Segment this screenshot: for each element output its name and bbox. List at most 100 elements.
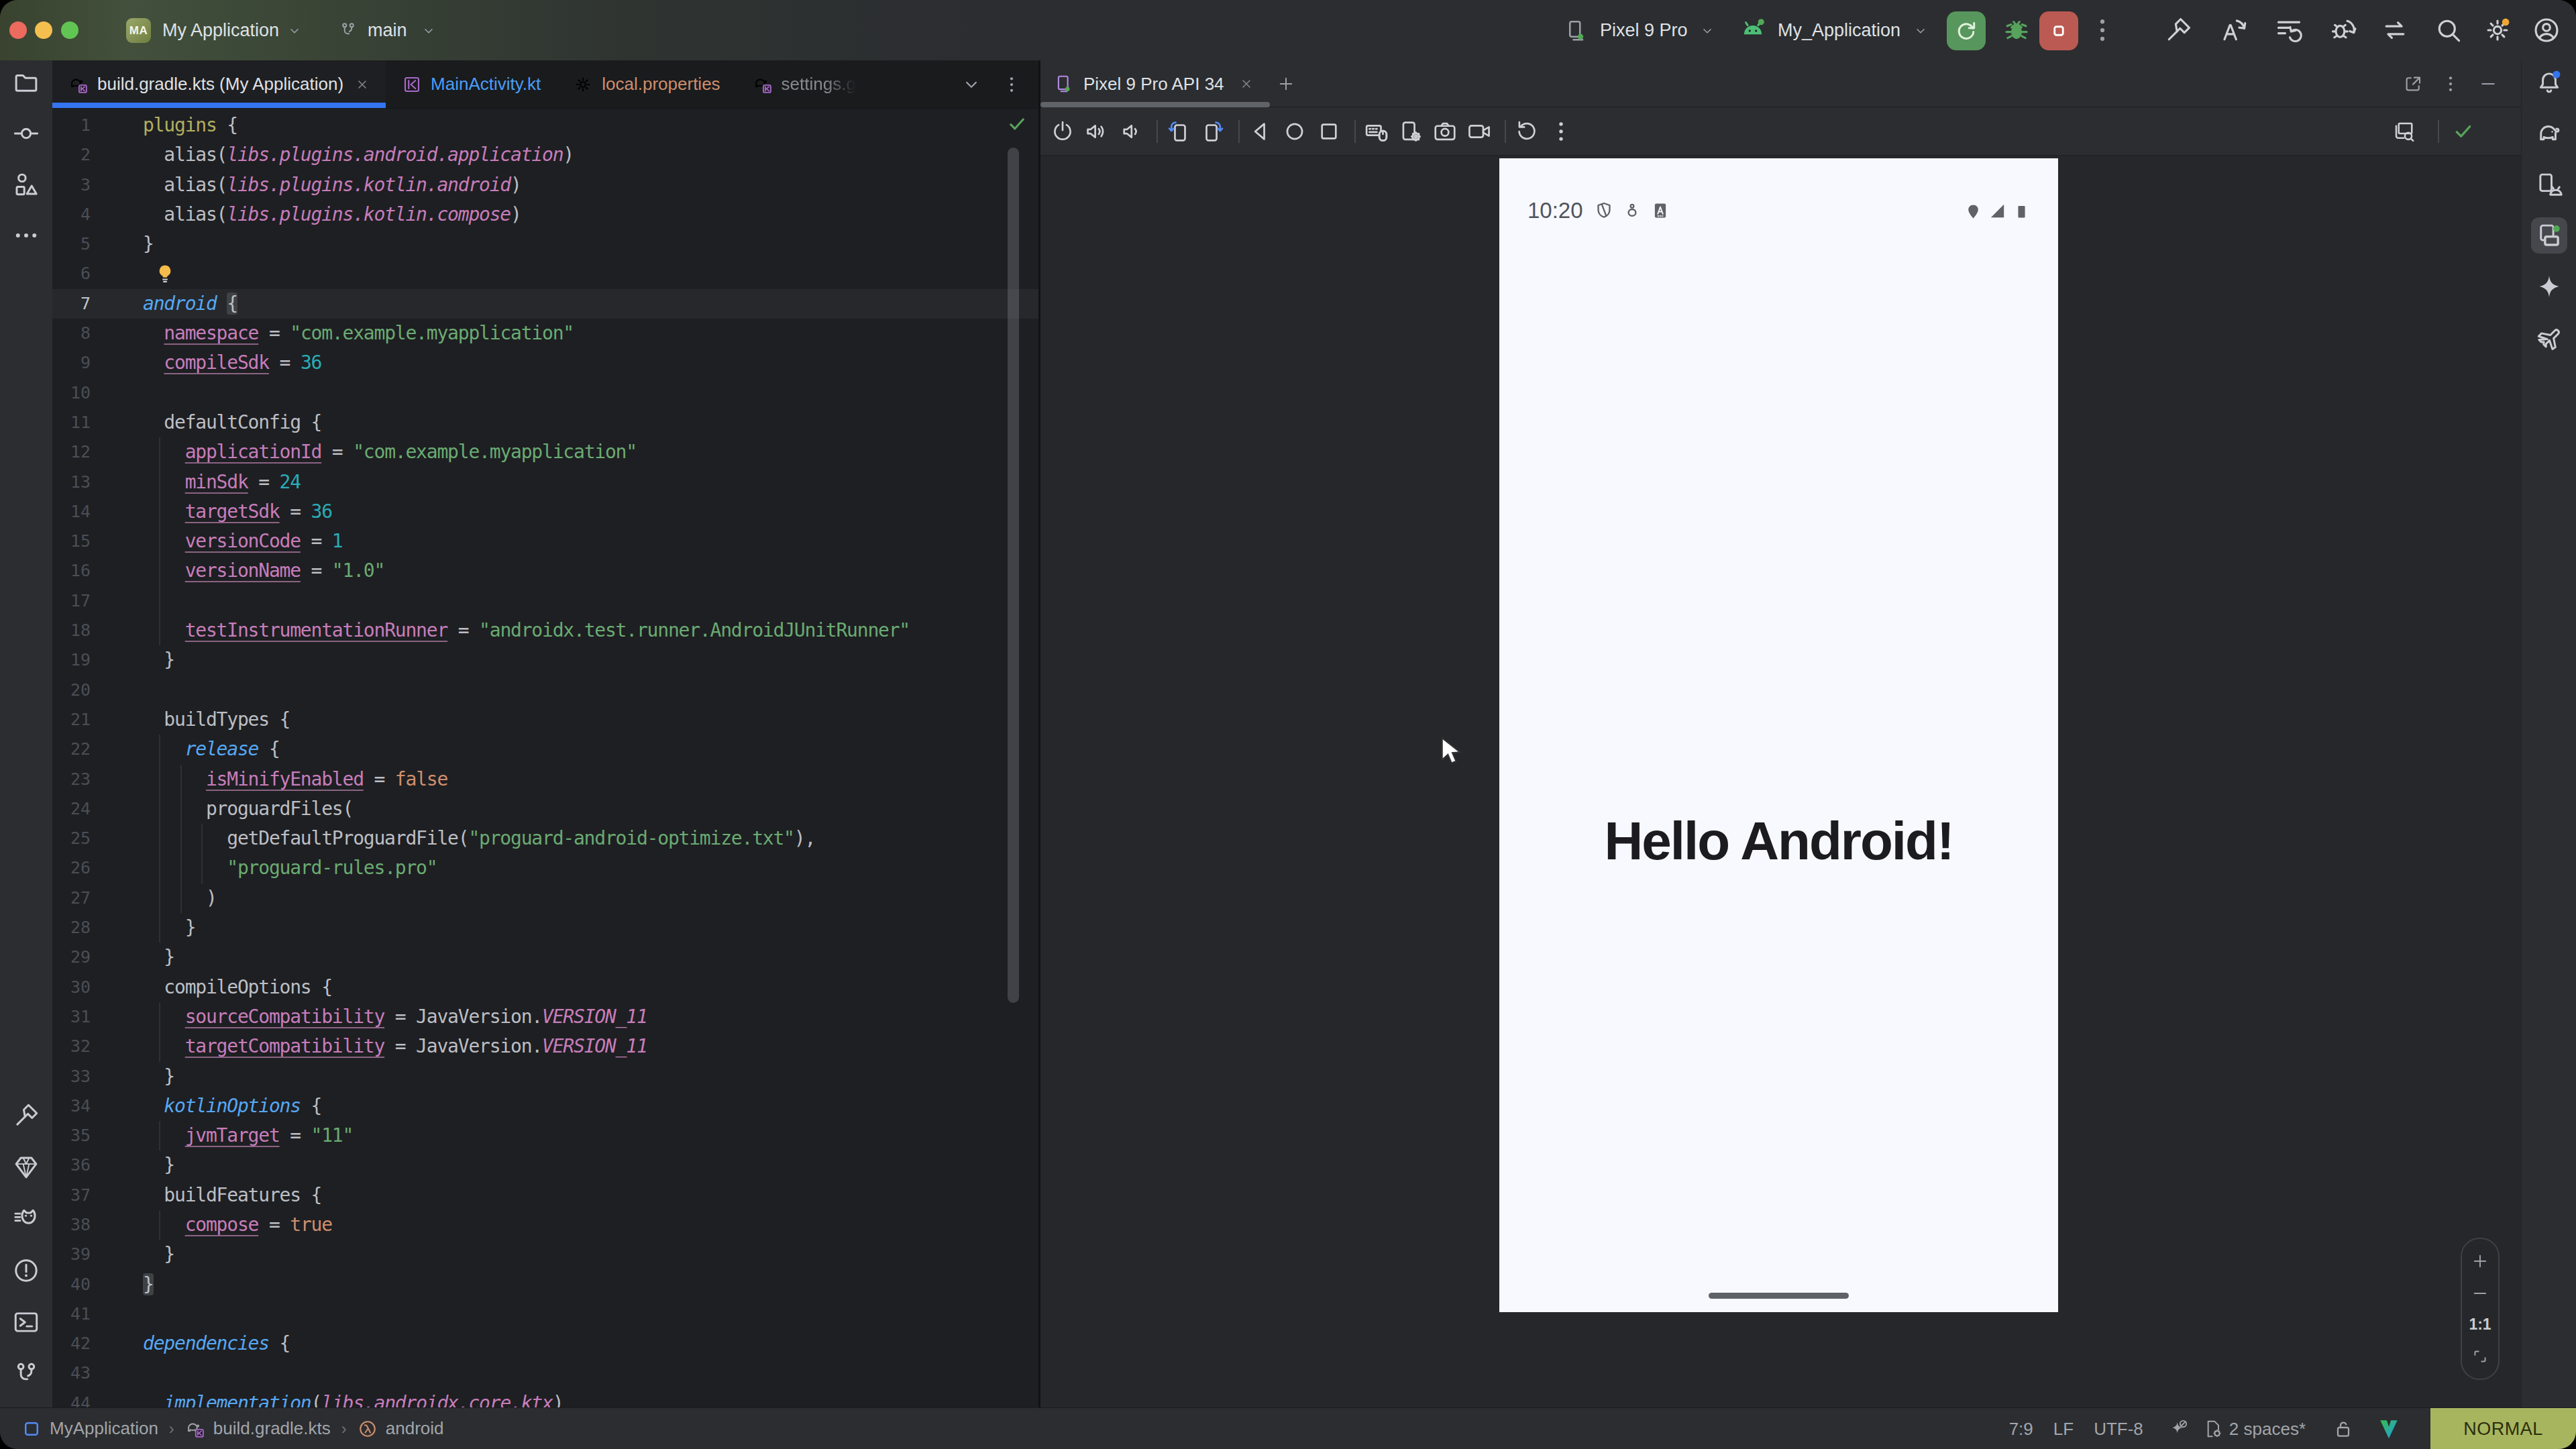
problems-icon[interactable] bbox=[12, 1256, 40, 1285]
code-line-2[interactable]: 2 alias(libs.plugins.android.application… bbox=[52, 140, 1038, 170]
nav-back-icon[interactable] bbox=[1248, 119, 1273, 144]
branch-widget[interactable]: main bbox=[368, 0, 407, 60]
open-in-window-icon[interactable] bbox=[2403, 74, 2423, 94]
build-hammer-icon[interactable] bbox=[12, 1102, 40, 1130]
indent-setting[interactable]: 2 spaces* bbox=[2229, 1419, 2306, 1440]
code-line-29[interactable]: 29 } bbox=[52, 943, 1038, 972]
running-devices-icon[interactable] bbox=[2531, 217, 2567, 254]
inspections-status-icon[interactable] bbox=[1006, 113, 1028, 136]
code-line-18[interactable]: 18 testInstrumentationRunner = "androidx… bbox=[52, 616, 1038, 645]
zoom-out-button[interactable] bbox=[2471, 1284, 2489, 1303]
device-selector[interactable]: Pixel 9 Pro bbox=[1600, 0, 1688, 60]
code-line-39[interactable]: 39 } bbox=[52, 1240, 1038, 1269]
code-line-30[interactable]: 30 compileOptions { bbox=[52, 973, 1038, 1002]
send-feedback-icon[interactable] bbox=[2535, 323, 2563, 352]
breadcrumb-item[interactable]: build.gradle.kts bbox=[213, 1418, 331, 1439]
power-icon[interactable] bbox=[1050, 119, 1075, 144]
caret-position[interactable]: 7:9 bbox=[2009, 1419, 2033, 1440]
maximize-window-button[interactable] bbox=[61, 21, 78, 39]
gemini-icon[interactable] bbox=[2535, 272, 2563, 301]
code-line-14[interactable]: 14 targetSdk = 36 bbox=[52, 497, 1038, 527]
project-widget[interactable]: My Application bbox=[162, 0, 279, 60]
zoom-in-button[interactable] bbox=[2471, 1252, 2489, 1271]
code-line-36[interactable]: 36 } bbox=[52, 1150, 1038, 1180]
code-line-12[interactable]: 12 applicationId = "com.example.myapplic… bbox=[52, 437, 1038, 467]
rotate-left-icon[interactable] bbox=[1166, 119, 1191, 144]
code-line-25[interactable]: 25 getDefaultProguardFile("proguard-andr… bbox=[52, 824, 1038, 853]
editor-code[interactable]: 1plugins {2 alias(libs.plugins.android.a… bbox=[52, 109, 1038, 1407]
code-line-31[interactable]: 31 sourceCompatibility = JavaVersion.VER… bbox=[52, 1002, 1038, 1032]
editor-scrollbar[interactable] bbox=[1008, 148, 1019, 1003]
search-button[interactable] bbox=[2434, 15, 2463, 45]
vim-mode-badge[interactable]: NORMAL bbox=[2430, 1408, 2576, 1449]
list-arrow-button[interactable] bbox=[2274, 15, 2304, 45]
bug-arrow-button[interactable] bbox=[2328, 15, 2358, 45]
volume-up-icon[interactable] bbox=[1084, 119, 1110, 144]
emulator-tab[interactable]: Pixel 9 Pro API 34 bbox=[1054, 60, 1254, 107]
close-tab-icon[interactable] bbox=[355, 77, 370, 92]
ai-assistant-status-icon[interactable] bbox=[2167, 1418, 2189, 1440]
terminal-icon[interactable] bbox=[12, 1308, 40, 1336]
avatar-button[interactable] bbox=[2532, 15, 2561, 45]
gradle-elephant-icon[interactable] bbox=[2535, 119, 2563, 148]
commit-icon[interactable] bbox=[12, 119, 40, 148]
readonly-toggle-icon[interactable] bbox=[2332, 1418, 2354, 1440]
minimize-window-button[interactable] bbox=[35, 21, 52, 39]
code-line-24[interactable]: 24 proguardFiles( bbox=[52, 794, 1038, 824]
code-line-6[interactable]: 6 bbox=[52, 259, 1038, 288]
code-line-22[interactable]: 22 release { bbox=[52, 735, 1038, 764]
code-line-38[interactable]: 38 compose = true bbox=[52, 1210, 1038, 1240]
code-line-16[interactable]: 16 versionName = "1.0" bbox=[52, 556, 1038, 586]
editor-tab[interactable]: local.properties bbox=[557, 60, 736, 108]
tab-options-button[interactable] bbox=[1002, 74, 1022, 95]
breadcrumb-item[interactable]: android bbox=[386, 1418, 444, 1439]
code-line-20[interactable]: 20 bbox=[52, 676, 1038, 705]
breadcrumb-item[interactable]: MyApplication bbox=[50, 1418, 158, 1439]
code-line-32[interactable]: 32 targetCompatibility = JavaVersion.VER… bbox=[52, 1032, 1038, 1061]
screenshot-icon[interactable] bbox=[1432, 119, 1458, 144]
hide-icon[interactable] bbox=[2478, 74, 2498, 94]
more-horizontal-icon[interactable] bbox=[12, 221, 40, 250]
code-line-44[interactable]: 44 implementation(libs.androidx.core.ktx… bbox=[52, 1389, 1038, 1407]
more-vertical-icon[interactable] bbox=[1548, 119, 1574, 144]
screen-record-icon[interactable] bbox=[1466, 119, 1492, 144]
nav-home-icon[interactable] bbox=[1282, 119, 1307, 144]
sync-a-button[interactable] bbox=[2220, 15, 2249, 45]
hidden-tabs-button[interactable] bbox=[961, 74, 981, 95]
check-icon[interactable] bbox=[2451, 119, 2475, 144]
structure-icon[interactable] bbox=[12, 170, 40, 199]
code-line-23[interactable]: 23 isMinifyEnabled = false bbox=[52, 765, 1038, 794]
code-line-21[interactable]: 21 buildTypes { bbox=[52, 705, 1038, 735]
fit-screen-button[interactable] bbox=[2471, 1347, 2489, 1366]
code-line-34[interactable]: 34 kotlinOptions { bbox=[52, 1091, 1038, 1121]
debug-button[interactable] bbox=[2002, 15, 2031, 45]
close-emulator-tab-icon[interactable] bbox=[1239, 76, 1254, 91]
rerun-button[interactable] bbox=[1947, 11, 1986, 50]
file-encoding[interactable]: UTF-8 bbox=[2094, 1419, 2143, 1440]
device-nav-handle[interactable] bbox=[1709, 1293, 1849, 1299]
code-line-5[interactable]: 5} bbox=[52, 229, 1038, 259]
more-vertical-icon[interactable] bbox=[2440, 74, 2461, 94]
code-line-26[interactable]: 26 "proguard-rules.pro" bbox=[52, 853, 1038, 883]
project-icon[interactable] bbox=[12, 68, 40, 97]
code-line-10[interactable]: 10 bbox=[52, 378, 1038, 408]
code-line-28[interactable]: 28 } bbox=[52, 913, 1038, 943]
code-line-37[interactable]: 37 buildFeatures { bbox=[52, 1181, 1038, 1210]
line-separator[interactable]: LF bbox=[2053, 1419, 2074, 1440]
code-line-8[interactable]: 8 namespace = "com.example.myapplication… bbox=[52, 319, 1038, 348]
editor-tab[interactable]: settings.g bbox=[737, 60, 872, 108]
editor-tab[interactable]: build.gradle.kts (My Application) bbox=[52, 60, 386, 108]
add-device-tab-button[interactable] bbox=[1277, 74, 1295, 93]
code-line-43[interactable]: 43 bbox=[52, 1358, 1038, 1388]
gem-icon[interactable] bbox=[12, 1153, 40, 1181]
device-settings-icon[interactable] bbox=[1398, 119, 1424, 144]
run-configuration-selector[interactable]: My_Application bbox=[1778, 0, 1900, 60]
code-line-4[interactable]: 4 alias(libs.plugins.kotlin.compose) bbox=[52, 200, 1038, 229]
intention-bulb-icon[interactable] bbox=[154, 262, 176, 285]
editor-tab[interactable]: MainActivity.kt bbox=[386, 60, 557, 108]
layout-inspector-icon[interactable] bbox=[2392, 119, 2416, 144]
notifications-icon[interactable] bbox=[2535, 68, 2563, 97]
nav-overview-icon[interactable] bbox=[1316, 119, 1342, 144]
code-line-40[interactable]: 40} bbox=[52, 1270, 1038, 1299]
more-run-actions-button[interactable] bbox=[2088, 15, 2117, 45]
